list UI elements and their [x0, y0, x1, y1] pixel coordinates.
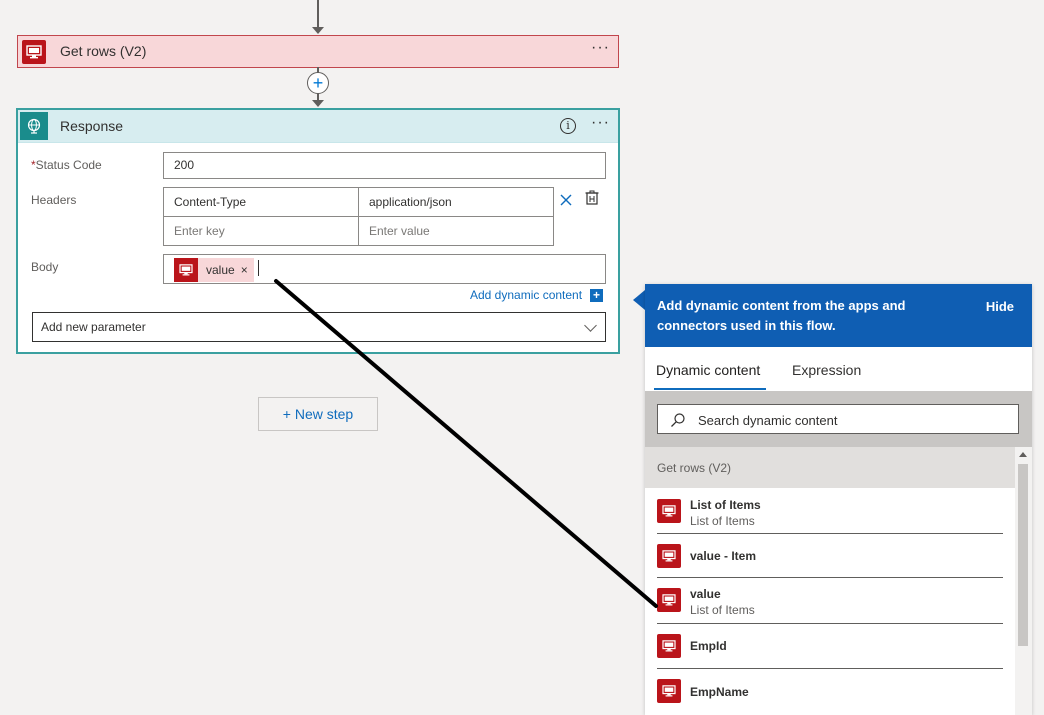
list-item[interactable]: EmpName: [657, 669, 1003, 713]
add-dynamic-content-link[interactable]: Add dynamic content: [470, 288, 582, 302]
add-parameter-placeholder: Add new parameter: [41, 320, 146, 334]
chevron-down-icon: [584, 319, 597, 332]
insert-step-button[interactable]: +: [307, 72, 329, 94]
hide-button[interactable]: Hide: [986, 299, 1014, 314]
list-item[interactable]: EmpId: [657, 624, 1003, 669]
scrollbar-thumb[interactable]: [1018, 464, 1028, 646]
sql-connector-icon: [657, 679, 681, 703]
sql-connector-icon: [22, 40, 46, 64]
connector-line-top: [317, 0, 319, 28]
item-title: value: [690, 587, 721, 601]
sql-connector-icon: [657, 588, 681, 612]
sql-connector-icon: [657, 544, 681, 568]
status-code-label-text: Status Code: [35, 158, 102, 172]
group-label: Get rows (V2): [657, 461, 732, 475]
add-new-parameter-dropdown[interactable]: Add new parameter: [32, 312, 606, 342]
close-icon[interactable]: [558, 192, 574, 208]
info-icon[interactable]: i: [560, 118, 576, 134]
active-tab-indicator: [654, 388, 766, 390]
search-input[interactable]: Search dynamic content: [657, 404, 1019, 434]
search-area: Search dynamic content: [645, 391, 1032, 447]
sql-connector-icon: [657, 499, 681, 523]
panel-scrollbar[interactable]: [1015, 447, 1032, 715]
sql-connector-icon: [657, 634, 681, 658]
response-header[interactable]: Response i ···: [18, 110, 618, 143]
globe-icon: [20, 112, 48, 140]
get-rows-menu-button[interactable]: ···: [591, 39, 610, 57]
scroll-up-icon[interactable]: [1019, 452, 1027, 457]
response-menu-button[interactable]: ···: [591, 114, 610, 132]
get-rows-card[interactable]: Get rows (V2) ···: [17, 35, 619, 68]
list-item[interactable]: value - Item: [657, 534, 1003, 578]
panel-header-text: Add dynamic content from the apps and co…: [657, 298, 906, 333]
headers-label: Headers: [31, 193, 77, 207]
search-placeholder: Search dynamic content: [698, 413, 838, 428]
tab-expression[interactable]: Expression: [792, 362, 861, 378]
response-title: Response: [60, 118, 124, 134]
item-title: EmpId: [690, 639, 727, 653]
item-subtitle: List of Items: [690, 514, 755, 528]
token-remove-button[interactable]: ×: [241, 263, 254, 277]
body-input[interactable]: value ×: [163, 254, 606, 284]
dynamic-token-value[interactable]: value ×: [174, 258, 254, 282]
get-rows-title: Get rows (V2): [60, 43, 147, 59]
new-step-button[interactable]: + New step: [258, 397, 378, 431]
header-value-input[interactable]: application/json: [358, 187, 554, 217]
add-dynamic-content-icon[interactable]: +: [590, 289, 603, 302]
search-icon: [670, 412, 685, 427]
text-caret: [258, 260, 259, 276]
panel-pointer: [633, 290, 645, 310]
status-code-label: *Status Code: [31, 158, 102, 172]
body-label: Body: [31, 260, 59, 274]
item-title: value - Item: [690, 549, 757, 563]
header-key-input[interactable]: Content-Type: [163, 187, 359, 217]
status-code-input[interactable]: 200: [163, 152, 606, 179]
panel-header: Add dynamic content from the apps and co…: [645, 284, 1032, 347]
header-key-empty-input[interactable]: Enter key: [163, 216, 359, 246]
group-header[interactable]: Get rows (V2): [645, 447, 1015, 488]
item-title: EmpName: [690, 685, 749, 699]
item-title: List of Items: [690, 498, 761, 512]
sql-connector-icon: [174, 258, 198, 282]
list-item[interactable]: value List of Items: [657, 578, 1003, 624]
dynamic-content-panel: Add dynamic content from the apps and co…: [645, 284, 1032, 715]
list-item[interactable]: List of Items List of Items: [657, 496, 1003, 534]
connector-arrow-middle: [312, 100, 324, 107]
header-value-empty-input[interactable]: Enter value: [358, 216, 554, 246]
tab-dynamic-content[interactable]: Dynamic content: [656, 362, 760, 378]
connector-arrow-top: [312, 27, 324, 34]
response-card: Response i ··· *Status Code 200 Headers …: [16, 108, 620, 354]
item-subtitle: List of Items: [690, 603, 755, 617]
delete-icon[interactable]: [584, 190, 600, 206]
token-label: value: [206, 263, 235, 277]
